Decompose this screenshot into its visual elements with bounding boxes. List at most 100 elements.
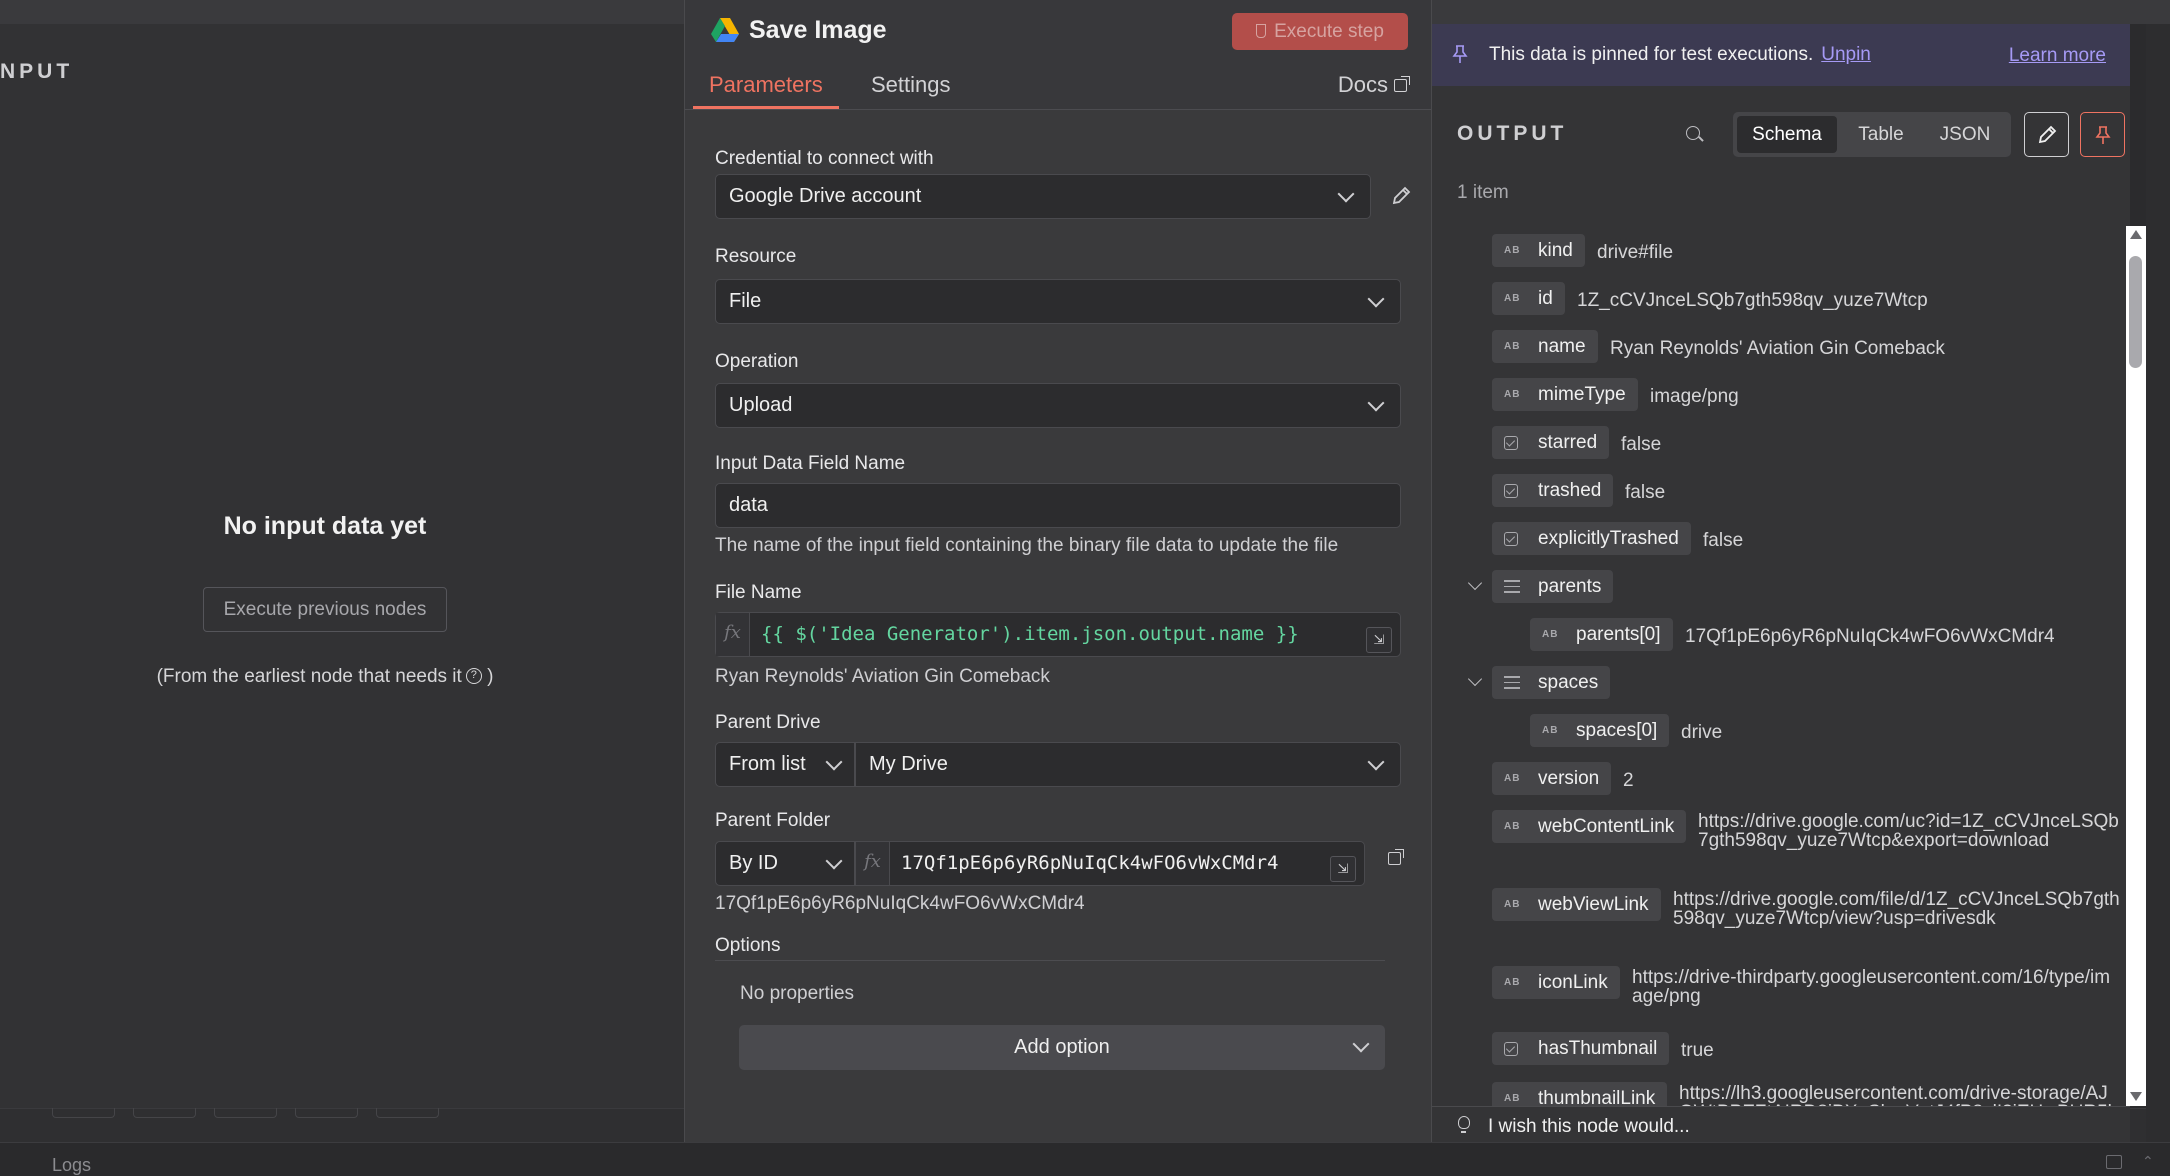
schema-key[interactable]: AB thumbnailLink [1492,1082,1668,1106]
add-option-button[interactable]: Add option [739,1025,1385,1070]
parent-folder-mode: By ID [729,852,778,874]
logs-bar[interactable]: Logs ⌃ [0,1142,2170,1176]
view-table-tab[interactable]: Table [1841,116,1921,153]
operation-label: Operation [715,351,799,372]
parent-folder-id: 17Qf1pE6p6yR6pNuIqCk4wFO6vWxCMdr4 [901,852,1279,874]
string-type-icon: AB [1504,389,1521,400]
schema-key[interactable]: AB parents[0] [1530,618,1673,651]
file-name-resolved: Ryan Reynolds' Aviation Gin Comeback [715,666,1050,687]
scroll-down-arrow[interactable] [2130,1092,2142,1101]
chevron-up-icon[interactable]: ⌃ [2142,1153,2154,1170]
schema-key[interactable]: AB iconLink [1492,966,1620,999]
boolean-type-icon [1504,436,1518,450]
schema-key[interactable]: AB webContentLink [1492,810,1687,843]
schema-key[interactable]: AB version [1492,762,1612,795]
tab-settings[interactable]: Settings [871,72,951,98]
schema-value: true [1681,1040,1714,1061]
schema-row: AB parents[0] 17Qf1pE6p6yR6pNuIqCk4wFO6vWx… [1432,618,2130,658]
unpin-data-button[interactable] [2080,112,2125,157]
view-json-tab[interactable]: JSON [1923,116,2007,153]
schema-key[interactable]: explicitlyTrashed [1492,522,1691,555]
external-link-icon [1394,76,1410,92]
search-icon[interactable] [1686,126,1700,140]
schema-key[interactable]: parents [1492,570,1614,603]
string-type-icon: AB [1504,821,1521,832]
unpin-icon [2095,126,2111,144]
schema-value: false [1625,482,1666,503]
chevron-down-icon [825,753,843,771]
node-title: Save Image [749,16,887,44]
output-item-count: 1 item [1457,182,1509,203]
node-header: Save Image Execute step Parameters Setti… [685,0,1431,110]
execute-previous-nodes-button[interactable]: Execute previous nodes [203,587,447,632]
schema-value: 1Z_cCVJnceLSQb7gth598qv_yuze7Wtcp [1577,290,1928,311]
string-type-icon: AB [1504,341,1521,352]
output-scroll-thumb[interactable] [2129,256,2142,368]
schema-key[interactable]: AB kind [1492,234,1585,267]
schema-row: hasThumbnail true [1432,1032,2130,1072]
schema-row: AB thumbnailLink https://lh3.googleusercon… [1432,1082,2130,1106]
input-field-name-input[interactable]: data [715,483,1401,528]
external-link-icon[interactable] [1388,849,1404,865]
input-hint-text: (From the earliest node that needs it [156,666,462,687]
schema-value: 17Qf1pE6p6yR6pNuIqCk4wFO6vWxCMdr4 [1685,626,2055,647]
schema-key-label: thumbnailLink [1538,1088,1656,1106]
chevron-down-icon[interactable] [1467,671,1483,687]
schema-row: trashed false [1432,474,2130,514]
parent-folder-id-input[interactable]: fx 17Qf1pE6p6yR6pNuIqCk4wFO6vWxCMdr4 ⇲ [855,841,1365,886]
scroll-up-arrow[interactable] [2130,230,2142,239]
options-label: Options [715,935,781,956]
output-schema-tree: AB kind drive#file AB id 1Z_cCVJnceLSQb7gth59… [1432,226,2130,1106]
schema-key[interactable]: trashed [1492,474,1614,507]
pencil-icon[interactable] [1390,185,1412,207]
chevron-down-icon [1352,1035,1370,1053]
input-panel: NPUT No input data yet Execute previous … [0,24,684,1108]
help-icon[interactable]: ? [465,668,482,684]
schema-key[interactable]: AB mimeType [1492,378,1638,411]
view-schema-tab[interactable]: Schema [1737,116,1837,153]
parent-folder-mode-select[interactable]: By ID [715,841,855,886]
schema-key-label: name [1538,336,1586,357]
resource-select[interactable]: File [715,279,1401,324]
credential-select[interactable]: Google Drive account [715,174,1371,219]
tab-parameters[interactable]: Parameters [709,72,823,98]
parent-drive-select[interactable]: My Drive [855,742,1401,787]
popout-icon[interactable] [2106,1155,2122,1169]
pinned-data-banner: This data is pinned for test executions.… [1432,24,2130,86]
schema-key-label: mimeType [1538,384,1626,405]
chevron-down-icon [1367,394,1385,412]
unpin-link[interactable]: Unpin [1821,44,1871,65]
expand-icon[interactable]: ⇲ [1330,856,1356,882]
string-type-icon: AB [1504,977,1521,988]
schema-key-label: parents[0] [1576,624,1661,645]
chevron-down-icon[interactable] [1467,575,1483,591]
learn-more-link[interactable]: Learn more [2009,45,2106,67]
edit-output-button[interactable] [2024,112,2069,157]
parent-drive-mode-select[interactable]: From list [715,742,855,787]
schema-key[interactable]: hasThumbnail [1492,1032,1670,1065]
parent-drive-label: Parent Drive [715,712,821,733]
feedback-bar[interactable]: I wish this node would... [1432,1106,2130,1142]
schema-key-label: spaces[0] [1576,720,1658,741]
schema-row: starred false [1432,426,2130,466]
schema-row: explicitlyTrashed false [1432,522,2130,562]
credential-value: Google Drive account [729,185,922,207]
output-view-switcher: Schema Table JSON [1733,112,2011,157]
schema-key[interactable]: AB id [1492,282,1565,315]
docs-link[interactable]: Docs [1338,72,1410,98]
schema-value: false [1703,530,1744,551]
schema-key[interactable]: starred [1492,426,1610,459]
chevron-down-icon [1367,290,1385,308]
schema-key[interactable]: AB name [1492,330,1598,363]
schema-key-label: parents [1538,576,1602,597]
execute-step-button[interactable]: Execute step [1232,13,1408,50]
output-panel-title: OUTPUT [1457,122,1568,145]
lightbulb-icon [1458,1116,1470,1133]
file-name-expression-input[interactable]: fx {{ $('Idea Generator').item.json.outp… [715,612,1401,657]
schema-key[interactable]: AB webViewLink [1492,888,1661,921]
schema-key[interactable]: AB spaces[0] [1530,714,1670,747]
schema-key[interactable]: spaces [1492,666,1611,699]
expand-icon[interactable]: ⇲ [1366,627,1392,653]
operation-select[interactable]: Upload [715,383,1401,428]
schema-value: drive#file [1597,242,1674,263]
